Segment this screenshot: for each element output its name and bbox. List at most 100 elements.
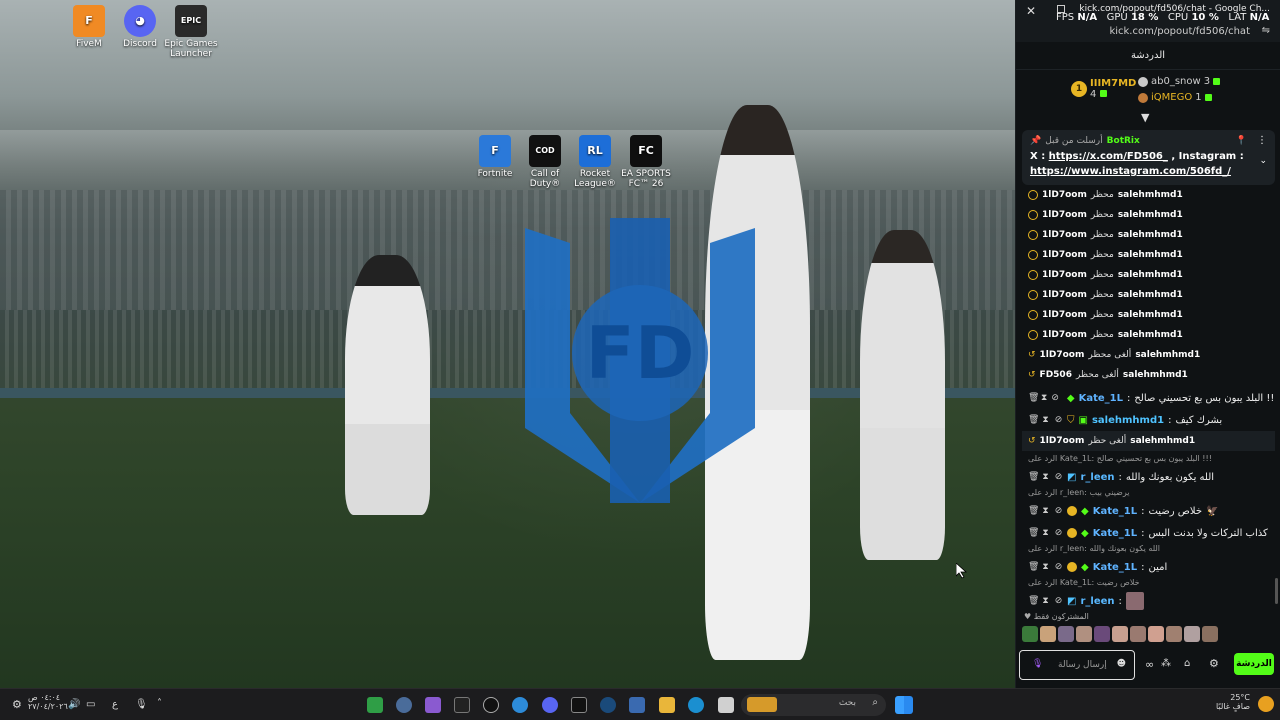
file-explorer-icon[interactable] <box>659 697 675 713</box>
event-actor[interactable]: 1lD7oom <box>1042 230 1087 240</box>
emote-icon[interactable] <box>1022 626 1038 642</box>
delete-icon[interactable]: 🗑 <box>1028 415 1039 425</box>
chat-message[interactable]: 🗑 ⧗ ⊘ ◆ Kate_1L: كذاب التركات ولا بدنت الب… <box>1022 522 1275 544</box>
taskbar-search[interactable]: بحث ⌕ <box>741 694 886 716</box>
discord-icon[interactable] <box>542 697 558 713</box>
microphone-icon[interactable]: 🎙 <box>135 699 148 710</box>
timeout-icon[interactable]: ⧗ <box>1041 415 1050 425</box>
language-indicator[interactable]: ع <box>112 699 118 710</box>
message-username[interactable]: Kate_1L <box>1093 528 1137 539</box>
timeout-icon[interactable]: ⧗ <box>1041 562 1050 572</box>
desktop-icon-fivem[interactable]: F FiveM <box>62 5 116 50</box>
emote-icon[interactable] <box>1166 626 1182 642</box>
event-target[interactable]: salehmhmd1 <box>1118 270 1183 280</box>
battle-net-icon[interactable] <box>600 697 616 713</box>
steam-icon[interactable] <box>483 697 499 713</box>
emote-icon[interactable] <box>1094 626 1110 642</box>
event-target[interactable]: salehmhmd1 <box>1135 350 1200 360</box>
settings-app-icon[interactable] <box>396 697 412 713</box>
desktop-icon-cod[interactable]: COD Call of Duty® <box>518 135 572 190</box>
emote-icon[interactable] <box>1148 626 1164 642</box>
settings-sliders-icon[interactable]: ⇋ <box>1262 25 1270 36</box>
ban-icon[interactable]: ⊘ <box>1054 415 1063 425</box>
windows-start-icon[interactable] <box>895 696 913 714</box>
event-target[interactable]: salehmhmd1 <box>1118 290 1183 300</box>
event-actor[interactable]: 1lD7oom <box>1042 290 1087 300</box>
message-username[interactable]: r_leen <box>1080 596 1114 607</box>
message-username[interactable]: salehmhmd1 <box>1092 415 1164 426</box>
chevron-up-icon[interactable]: ˄ <box>157 698 162 709</box>
more-options-icon[interactable]: ⋮ <box>1257 135 1267 146</box>
store-icon[interactable] <box>425 697 441 713</box>
emote-icon[interactable] <box>1112 626 1128 642</box>
timeout-icon[interactable]: ⧗ <box>1041 506 1050 516</box>
delete-icon[interactable]: 🗑 <box>1028 393 1039 403</box>
chat-message[interactable]: 🗑 ⧗ ⊘ ◩ r_leen: الله يكون بعونك والله <box>1022 466 1275 488</box>
event-actor[interactable]: 1lD7oom <box>1042 310 1087 320</box>
network-icon[interactable]: ▭ <box>86 699 95 710</box>
ban-icon[interactable]: ⊘ <box>1051 393 1059 403</box>
ban-icon[interactable]: ⊘ <box>1054 472 1063 482</box>
leader-third[interactable]: iQMEGO 1 <box>1138 92 1212 103</box>
chat-message[interactable]: 🗑 ⧗ ⊘ ◆ Kate_1L: البلد يبون بس بع تحسيني ص… <box>1022 387 1275 409</box>
ban-icon[interactable]: ⊘ <box>1054 528 1063 538</box>
reply-context[interactable]: الرد على Kate_1L: البلد يبون بس بع تحسين… <box>1022 454 1275 466</box>
instagram-link[interactable]: https://www.instagram.com/506fd_/ <box>1030 166 1231 177</box>
collapse-icon[interactable]: ▼ <box>1141 111 1149 124</box>
desktop-icon-fortnite[interactable]: F Fortnite <box>468 135 522 180</box>
emote-icon[interactable] <box>1076 626 1092 642</box>
timeout-icon[interactable]: ⧗ <box>1041 596 1050 606</box>
microphone-icon[interactable]: 🎙 <box>1032 659 1043 669</box>
emote-icon[interactable] <box>1184 626 1200 642</box>
delete-icon[interactable]: 🗑 <box>1028 506 1039 516</box>
rocket-league-icon[interactable] <box>629 697 645 713</box>
event-actor[interactable]: 1lD7oom <box>1042 330 1087 340</box>
emoji-icon[interactable]: ☻ <box>1117 659 1126 669</box>
users-icon[interactable]: ⁂ <box>1161 658 1171 669</box>
gift-box-icon[interactable]: ⌂ <box>1184 658 1190 669</box>
event-actor[interactable]: 1lD7oom <box>1040 436 1085 446</box>
gear-icon[interactable]: ⚙ <box>12 698 22 711</box>
leader-top[interactable]: 1 IIIM7MD 4 <box>1071 78 1136 100</box>
event-target[interactable]: salehmhmd1 <box>1118 330 1183 340</box>
chat-send-button[interactable]: الدردشة <box>1234 653 1274 675</box>
unpin-icon[interactable]: 📍 <box>1236 136 1247 146</box>
event-actor[interactable]: 1lD7oom <box>1042 250 1087 260</box>
xbox-icon[interactable] <box>367 697 383 713</box>
pinned-sender[interactable]: BotRix <box>1107 136 1140 146</box>
leader-second[interactable]: ab0_snow 3 <box>1138 76 1221 87</box>
delete-icon[interactable]: 🗑 <box>1028 528 1039 538</box>
gear-icon[interactable]: ⚙ <box>1209 657 1219 670</box>
event-target[interactable]: salehmhmd1 <box>1118 190 1183 200</box>
message-username[interactable]: Kate_1L <box>1093 562 1137 573</box>
emote-icon[interactable] <box>1202 626 1218 642</box>
event-actor[interactable]: 1lD7oom <box>1042 190 1087 200</box>
event-target[interactable]: salehmhmd1 <box>1118 210 1183 220</box>
weather-widget[interactable]: 25°C صافٍ غالبًا <box>1216 693 1250 711</box>
timeout-icon[interactable]: ⧗ <box>1041 393 1047 403</box>
desktop-icon-epic[interactable]: EPIC Epic Games Launcher <box>164 5 218 60</box>
desktop-icon-discord[interactable]: ◕ Discord <box>113 5 167 50</box>
ban-icon[interactable]: ⊘ <box>1054 506 1063 516</box>
event-target[interactable]: salehmhmd1 <box>1118 310 1183 320</box>
delete-icon[interactable]: 🗑 <box>1028 472 1039 482</box>
x-link[interactable]: https://x.com/FD506_ <box>1049 151 1168 162</box>
message-username[interactable]: Kate_1L <box>1093 506 1137 517</box>
chat-message[interactable]: 🗑 ⧗ ⊘ ◆ Kate_1L: امين <box>1022 556 1275 578</box>
speaker-icon[interactable]: 🔊 <box>68 699 80 710</box>
emote-icon[interactable] <box>1058 626 1074 642</box>
event-target[interactable]: salehmhmd1 <box>1130 436 1195 446</box>
notepad-icon[interactable] <box>718 697 734 713</box>
clock[interactable]: ٠٤:٠٤ ص ٢٧/٠٤/٢٠٢٦ <box>28 693 68 711</box>
emote-icon[interactable] <box>1040 626 1056 642</box>
epic-games-icon[interactable] <box>454 697 470 713</box>
event-actor[interactable]: 1lD7oom <box>1040 350 1085 360</box>
chat-message[interactable]: 🗑 ⧗ ⊘ ◩ r_leen: <box>1022 590 1275 610</box>
emote-icon[interactable] <box>1130 626 1146 642</box>
ban-icon[interactable]: ⊘ <box>1054 596 1063 606</box>
reply-context[interactable]: الرد على r_leen: الله يكون بعونك والله <box>1022 544 1275 556</box>
delete-icon[interactable]: 🗑 <box>1028 596 1039 606</box>
chat-message[interactable]: 🗑 ⧗ ⊘ ⛉ ▣ salehmhmd1: بشرك كيف <box>1022 409 1275 431</box>
reply-context[interactable]: الرد على Kate_1L: خلاص رضيت <box>1022 578 1275 590</box>
timeout-icon[interactable]: ⧗ <box>1041 528 1050 538</box>
